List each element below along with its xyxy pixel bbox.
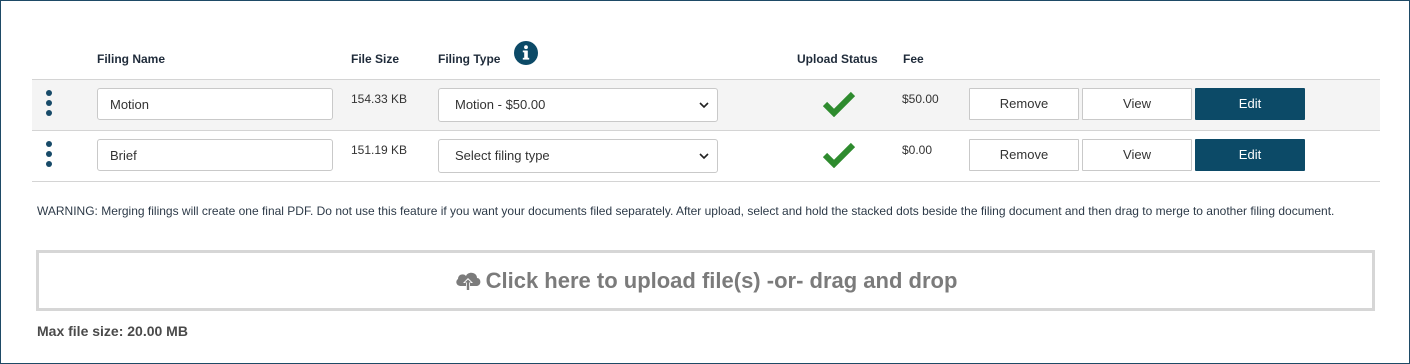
checkmark-icon (823, 91, 855, 117)
header-fee: Fee (903, 52, 924, 66)
filing-name-input[interactable] (97, 139, 333, 171)
file-size: 154.33 KB (351, 92, 408, 106)
table-row: 151.19 KB Select filing type $0.00 Remov… (32, 130, 1380, 182)
edit-button[interactable]: Edit (1195, 88, 1305, 120)
header-filing-type: Filing Type (438, 52, 501, 66)
max-file-size: Max file size: 20.00 MB (37, 323, 188, 339)
fee-value: $0.00 (902, 143, 933, 157)
filing-type-value: Motion - $50.00 (455, 97, 546, 112)
info-icon[interactable] (514, 41, 538, 65)
cloud-upload-icon (455, 272, 480, 291)
drag-handle-icon[interactable] (44, 141, 54, 169)
view-button[interactable]: View (1082, 88, 1192, 120)
merge-warning-text: WARNING: Merging filings will create one… (37, 204, 1335, 218)
upload-dropzone[interactable]: Click here to upload file(s) -or- drag a… (36, 250, 1375, 311)
filing-name-input[interactable] (97, 88, 333, 120)
upload-label: Click here to upload file(s) -or- drag a… (485, 267, 958, 293)
remove-button[interactable]: Remove (969, 88, 1079, 120)
filing-type-select[interactable]: Motion - $50.00 (438, 88, 718, 122)
header-file-size: File Size (351, 52, 400, 66)
header-upload-status: Upload Status (797, 52, 878, 66)
filing-type-value: Select filing type (455, 148, 550, 163)
drag-handle-icon[interactable] (44, 90, 54, 118)
filing-upload-panel: Filing Name File Size Filing Type Upload… (0, 0, 1410, 364)
remove-button[interactable]: Remove (969, 139, 1079, 171)
header-filing-name: Filing Name (97, 52, 166, 66)
table-row: 154.33 KB Motion - $50.00 $50.00 Remove … (32, 79, 1380, 130)
file-size: 151.19 KB (351, 143, 408, 157)
chevron-down-icon (699, 102, 709, 109)
chevron-down-icon (699, 153, 709, 160)
fee-value: $50.00 (902, 92, 939, 106)
view-button[interactable]: View (1082, 139, 1192, 171)
edit-button[interactable]: Edit (1195, 139, 1305, 171)
filing-type-select[interactable]: Select filing type (438, 139, 718, 173)
checkmark-icon (823, 142, 855, 168)
